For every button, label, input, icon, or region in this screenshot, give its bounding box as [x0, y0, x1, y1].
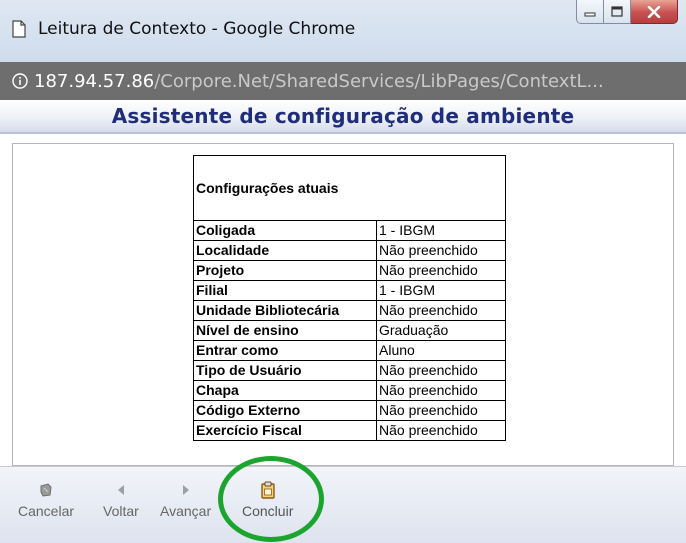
config-label: Tipo de Usuário — [193, 360, 377, 381]
config-value: Não preenchido — [376, 300, 506, 321]
wizard-toolbar: Cancelar Voltar Avançar Concluir — [0, 466, 686, 543]
config-table: Configurações atuais Coligada 1 - IBGM Loc… — [193, 155, 506, 441]
cancel-label: Cancelar — [18, 503, 75, 519]
page-icon — [12, 20, 26, 38]
config-value: Não preenchido — [376, 240, 506, 261]
clipboard-icon — [260, 481, 275, 499]
config-table-heading-row: Configurações atuais — [193, 155, 506, 221]
table-row: Código Externo Não preenchido — [193, 400, 506, 421]
window-controls — [576, 0, 678, 26]
url-host: 187.94.57.86 — [34, 70, 155, 92]
config-label: Nível de ensino — [193, 320, 377, 341]
arrow-left-icon — [117, 485, 124, 495]
table-row: Exercício Fiscal Não preenchido — [193, 420, 506, 441]
wizard-title: Assistente de configuração de ambiente — [111, 104, 575, 128]
arrow-right-icon — [182, 485, 189, 495]
config-label: Projeto — [193, 260, 377, 281]
next-button[interactable]: Avançar — [160, 481, 211, 519]
content-panel: Configurações atuais Coligada 1 - IBGM Loc… — [12, 143, 674, 466]
config-label: Coligada — [193, 220, 377, 241]
table-row: Nível de ensino Graduação — [193, 320, 506, 341]
cancel-button[interactable]: Cancelar — [18, 481, 74, 519]
config-value: Não preenchido — [376, 380, 506, 401]
url-path: /Corpore.Net/SharedServices/LibPages/Con… — [154, 70, 604, 92]
config-value: Não preenchido — [376, 360, 506, 381]
config-label: Exercício Fiscal — [193, 420, 377, 441]
popup-window: Leitura de Contexto - Google Chrome 187.… — [0, 0, 686, 543]
config-value: Graduação — [376, 320, 506, 341]
back-label: Voltar — [103, 503, 139, 519]
table-row: Filial 1 - IBGM — [193, 280, 506, 301]
maximize-button[interactable] — [604, 0, 631, 24]
config-label: Entrar como — [193, 340, 377, 361]
title-bar[interactable]: Leitura de Contexto - Google Chrome — [0, 0, 686, 63]
finish-label: Concluir — [242, 503, 294, 519]
address-bar[interactable]: 187.94.57.86/Corpore.Net/SharedServices/… — [0, 62, 686, 100]
config-label: Unidade Bibliotecária — [193, 300, 377, 321]
cancel-icon — [40, 483, 52, 497]
next-label: Avançar — [160, 503, 212, 519]
minimize-icon — [584, 12, 596, 16]
wizard-header: Assistente de configuração de ambiente — [0, 100, 686, 134]
close-button[interactable] — [631, 0, 678, 24]
config-value: 1 - IBGM — [376, 280, 506, 301]
config-value: Não preenchido — [376, 420, 506, 441]
table-row: Coligada 1 - IBGM — [193, 220, 506, 241]
config-value: Não preenchido — [376, 260, 506, 281]
table-row: Unidade Bibliotecária Não preenchido — [193, 300, 506, 321]
window-title: Leitura de Contexto - Google Chrome — [38, 19, 356, 39]
maximize-icon — [611, 6, 623, 17]
config-label: Código Externo — [193, 400, 377, 421]
config-table-heading: Configurações atuais — [193, 155, 506, 221]
close-icon — [647, 5, 661, 18]
table-row: Entrar como Aluno — [193, 340, 506, 361]
config-label: Filial — [193, 280, 377, 301]
config-value: Aluno — [376, 340, 506, 361]
config-label: Localidade — [193, 240, 377, 261]
back-button[interactable]: Voltar — [103, 481, 139, 519]
finish-button[interactable]: Concluir — [242, 481, 293, 519]
table-row: Chapa Não preenchido — [193, 380, 506, 401]
config-value: 1 - IBGM — [376, 220, 506, 241]
minimize-button[interactable] — [576, 0, 604, 24]
config-value: Não preenchido — [376, 400, 506, 421]
table-row: Localidade Não preenchido — [193, 240, 506, 261]
config-label: Chapa — [193, 380, 377, 401]
info-icon[interactable] — [12, 73, 28, 89]
table-row: Tipo de Usuário Não preenchido — [193, 360, 506, 381]
table-row: Projeto Não preenchido — [193, 260, 506, 281]
